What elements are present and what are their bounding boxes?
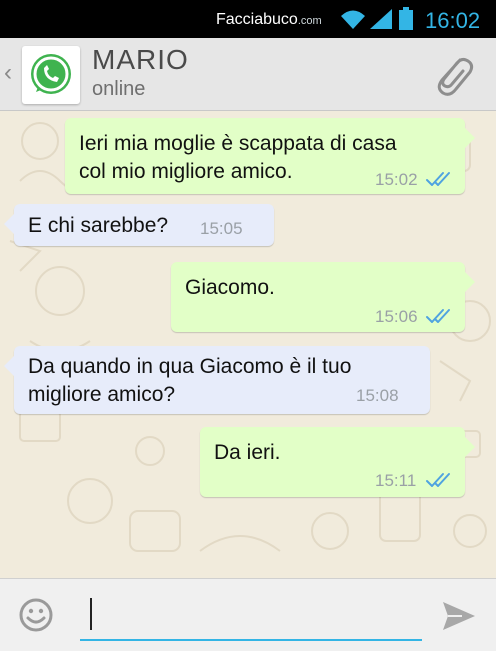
status-bar: Facciabuco.com 16:02 (0, 0, 496, 38)
chat-header: ‹ MARIO online (0, 38, 496, 111)
double-check-icon (426, 309, 450, 323)
message-bubble-incoming[interactable]: Da quando in qua Giacomo è il tuo miglio… (14, 346, 430, 414)
message-text: Ieri mia moglie è scappata di casa col m… (79, 132, 397, 183)
battery-icon (399, 7, 413, 30)
message-input[interactable] (80, 593, 422, 641)
contact-name[interactable]: MARIO (92, 44, 189, 76)
input-bar (0, 578, 496, 651)
signal-icon (370, 9, 392, 29)
paperclip-icon[interactable] (430, 52, 476, 98)
message-text: Da ieri. (214, 441, 281, 464)
message-text: E chi sarebbe? (28, 214, 169, 237)
message-time: 15:11 (375, 471, 417, 490)
chat-area[interactable]: Ieri mia moglie è scappata di casa col m… (0, 111, 496, 578)
message-bubble-outgoing[interactable]: Ieri mia moglie è scappata di casa col m… (65, 118, 465, 194)
wifi-icon (341, 10, 365, 29)
send-icon[interactable] (440, 597, 478, 635)
message-bubble-outgoing[interactable]: Giacomo. 15:06 (171, 262, 465, 332)
smiley-icon[interactable] (18, 597, 54, 633)
message-text: Da quando in qua Giacomo è il tuo miglio… (28, 355, 352, 406)
message-text: Giacomo. (185, 276, 275, 299)
double-check-icon (426, 473, 450, 487)
status-time: 16:02 (425, 8, 481, 33)
bubble-tail (4, 214, 14, 234)
avatar[interactable] (22, 46, 80, 104)
bubble-tail (4, 356, 14, 376)
bubble-tail (465, 128, 475, 148)
bubble-tail (465, 437, 475, 457)
chevron-left-icon[interactable]: ‹ (4, 60, 18, 86)
text-cursor (90, 598, 92, 630)
message-bubble-outgoing[interactable]: Da ieri. 15:11 (200, 427, 465, 497)
message-time: 15:05 (200, 219, 243, 238)
bubble-tail (465, 272, 475, 292)
status-brand: Facciabuco.com (216, 11, 322, 28)
message-time: 15:08 (356, 386, 399, 405)
message-time: 15:02 (375, 170, 418, 189)
message-time: 15:06 (375, 307, 418, 326)
message-bubble-incoming[interactable]: E chi sarebbe? 15:05 (14, 204, 274, 246)
double-check-icon (426, 172, 450, 186)
whatsapp-icon (31, 54, 71, 94)
contact-status: online (92, 78, 146, 100)
